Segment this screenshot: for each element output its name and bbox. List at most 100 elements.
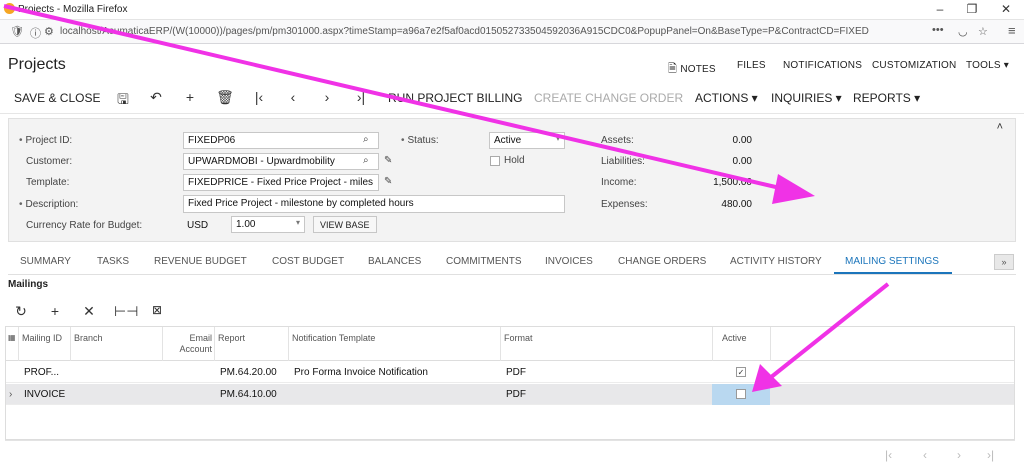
add-icon[interactable]: + <box>181 89 199 105</box>
description-field[interactable]: Fixed Price Project - milestone by compl… <box>183 195 565 213</box>
tabs-overflow-icon[interactable]: » <box>994 254 1014 270</box>
notes-link[interactable]: 🗎 NOTES <box>668 60 716 79</box>
tab-invoices[interactable]: INVOICES <box>545 256 593 267</box>
project-id-search-icon[interactable]: ⌕ <box>363 134 369 145</box>
run-project-billing-button[interactable]: RUN PROJECT BILLING <box>388 91 522 105</box>
first-page-icon[interactable]: |‹ <box>885 448 892 462</box>
rate-dropdown-icon[interactable]: ▾ <box>296 218 300 227</box>
project-summary-form: ˄ • Project ID: FIXEDP06 ⌕ Customer: UPWA… <box>8 118 1016 242</box>
actions-menu[interactable]: ACTIONS ▾ <box>695 91 758 105</box>
col-email-account[interactable]: Email Account <box>176 333 212 355</box>
col-notification-template[interactable]: Notification Template <box>292 333 375 344</box>
export-excel-icon[interactable]: ⊠ <box>148 303 166 317</box>
template-edit-pencil-icon[interactable]: ✎ <box>384 176 392 187</box>
template-field[interactable]: FIXEDPRICE - Fixed Price Project - miles <box>183 174 379 191</box>
active-checkbox-unchecked[interactable] <box>736 389 746 399</box>
tab-revenue-budget[interactable]: REVENUE BUDGET <box>154 256 247 267</box>
hold-label: Hold <box>504 155 525 166</box>
customer-edit-pencil-icon[interactable]: ✎ <box>384 155 392 166</box>
col-format[interactable]: Format <box>504 333 533 344</box>
previous-record-icon[interactable]: ‹ <box>284 89 302 105</box>
close-window-icon[interactable]: ✕ <box>996 2 1016 16</box>
shield-icon[interactable]: 🛡 <box>10 25 24 38</box>
table-row[interactable]: › INVOICE PM.64.10.00 PDF <box>6 384 1014 405</box>
project-id-label: • Project ID: <box>19 135 73 146</box>
customer-label: Customer: <box>26 156 73 167</box>
tab-change-orders[interactable]: CHANGE ORDERS <box>618 256 706 267</box>
expenses-value: 480.00 <box>721 199 752 210</box>
customer-field[interactable]: UPWARDMOBI - Upwardmobility <box>183 153 379 170</box>
active-checkbox-checked[interactable]: ✓ <box>736 367 746 377</box>
tab-activity-history[interactable]: ACTIVITY HISTORY <box>730 256 822 267</box>
cell-format[interactable]: PDF <box>506 367 526 378</box>
tools-menu[interactable]: TOOLS ▾ <box>966 60 1009 71</box>
income-value: 1,500.00 <box>713 177 752 188</box>
next-record-icon[interactable]: › <box>318 89 336 105</box>
income-label: Income: <box>601 177 637 188</box>
assets-label: Assets: <box>601 135 634 146</box>
row-selector-chevron-icon[interactable]: › <box>9 389 12 400</box>
cell-format[interactable]: PDF <box>506 389 526 400</box>
save-icon[interactable]: 🖫 <box>114 89 132 113</box>
page-actions-menu[interactable]: ••• <box>932 24 944 36</box>
customer-search-icon[interactable]: ⌕ <box>363 155 369 166</box>
view-base-button[interactable]: VIEW BASE <box>313 216 377 233</box>
cell-report[interactable]: PM.64.20.00 <box>220 367 277 378</box>
main-toolbar: SAVE & CLOSE 🖫 ↶ + 🗑 |‹ ‹ › ›| RUN PROJE… <box>0 82 1024 114</box>
status-dropdown-icon[interactable]: ▾ <box>556 134 560 143</box>
refresh-icon[interactable]: ↻ <box>12 303 30 320</box>
cell-mailing-id[interactable]: INVOICE <box>24 389 65 400</box>
undo-icon[interactable]: ↶ <box>147 89 165 106</box>
add-row-icon[interactable]: + <box>46 303 64 319</box>
tab-tasks[interactable]: TASKS <box>97 256 129 267</box>
tab-balances[interactable]: BALANCES <box>368 256 421 267</box>
next-page-icon[interactable]: › <box>957 448 961 462</box>
reports-menu[interactable]: REPORTS ▾ <box>853 91 920 105</box>
pocket-icon[interactable]: ◡ <box>958 25 968 38</box>
tab-commitments[interactable]: COMMITMENTS <box>446 256 522 267</box>
hamburger-menu-icon[interactable]: ≡ <box>1008 23 1016 38</box>
url-text[interactable]: localhost/AcumaticaERP/(W(10000))/pages/… <box>60 26 869 37</box>
rate-field[interactable]: 1.00 ▾ <box>231 216 305 233</box>
tab-cost-budget[interactable]: COST BUDGET <box>272 256 344 267</box>
status-dropdown[interactable]: Active ▾ <box>489 132 565 149</box>
cell-notification-template[interactable]: Pro Forma Invoice Notification <box>294 367 428 378</box>
last-record-icon[interactable]: ›| <box>352 89 370 105</box>
col-report[interactable]: Report <box>218 333 245 344</box>
save-close-button[interactable]: SAVE & CLOSE <box>14 91 100 105</box>
minimize-icon[interactable]: – <box>930 2 950 16</box>
tab-summary[interactable]: SUMMARY <box>20 256 71 267</box>
cell-mailing-id[interactable]: PROF... <box>24 367 59 378</box>
last-page-icon[interactable]: ›| <box>987 448 994 462</box>
files-link[interactable]: FILES <box>737 60 766 71</box>
template-label: Template: <box>26 177 70 188</box>
delete-icon[interactable]: 🗑 <box>216 89 234 106</box>
cell-report[interactable]: PM.64.10.00 <box>220 389 277 400</box>
permissions-icon[interactable]: ⚙ <box>44 25 54 38</box>
mailings-grid: ▦ Mailing ID Branch Email Account Report… <box>5 326 1015 440</box>
inquiries-menu[interactable]: INQUIRIES ▾ <box>771 91 842 105</box>
restore-icon[interactable]: ❐ <box>962 2 982 16</box>
table-row[interactable]: PROF... PM.64.20.00 Pro Forma Invoice No… <box>6 362 1014 383</box>
delete-row-icon[interactable]: ✕ <box>80 303 98 320</box>
info-icon[interactable]: ⓘ <box>30 25 41 41</box>
create-change-order-button[interactable]: CREATE CHANGE ORDER <box>534 91 683 105</box>
project-id-field[interactable]: FIXEDP06 <box>183 132 379 149</box>
col-branch[interactable]: Branch <box>74 333 103 344</box>
bookmark-star-icon[interactable]: ☆ <box>978 25 988 38</box>
collapse-chevron-icon[interactable]: ˄ <box>997 121 1003 133</box>
hold-checkbox[interactable] <box>490 156 500 166</box>
assets-value: 0.00 <box>732 135 752 146</box>
col-active[interactable]: Active <box>722 333 747 344</box>
first-record-icon[interactable]: |‹ <box>250 89 268 105</box>
col-mailing-id[interactable]: Mailing ID <box>22 333 66 344</box>
tab-mailing-settings[interactable]: MAILING SETTINGS <box>845 256 939 267</box>
liabilities-value: 0.00 <box>732 156 752 167</box>
previous-page-icon[interactable]: ‹ <box>923 448 927 462</box>
customization-link[interactable]: CUSTOMIZATION <box>872 60 956 71</box>
fit-columns-icon[interactable]: ⊢⊣ <box>114 303 138 320</box>
column-settings-icon[interactable]: ▦ <box>8 332 16 343</box>
notifications-link[interactable]: NOTIFICATIONS <box>783 60 862 71</box>
app-header: Projects 🗎 NOTES FILES NOTIFICATIONS CUS… <box>0 44 1024 82</box>
browser-title-bar: Projects - Mozilla Firefox – ❐ ✕ <box>0 0 1024 20</box>
